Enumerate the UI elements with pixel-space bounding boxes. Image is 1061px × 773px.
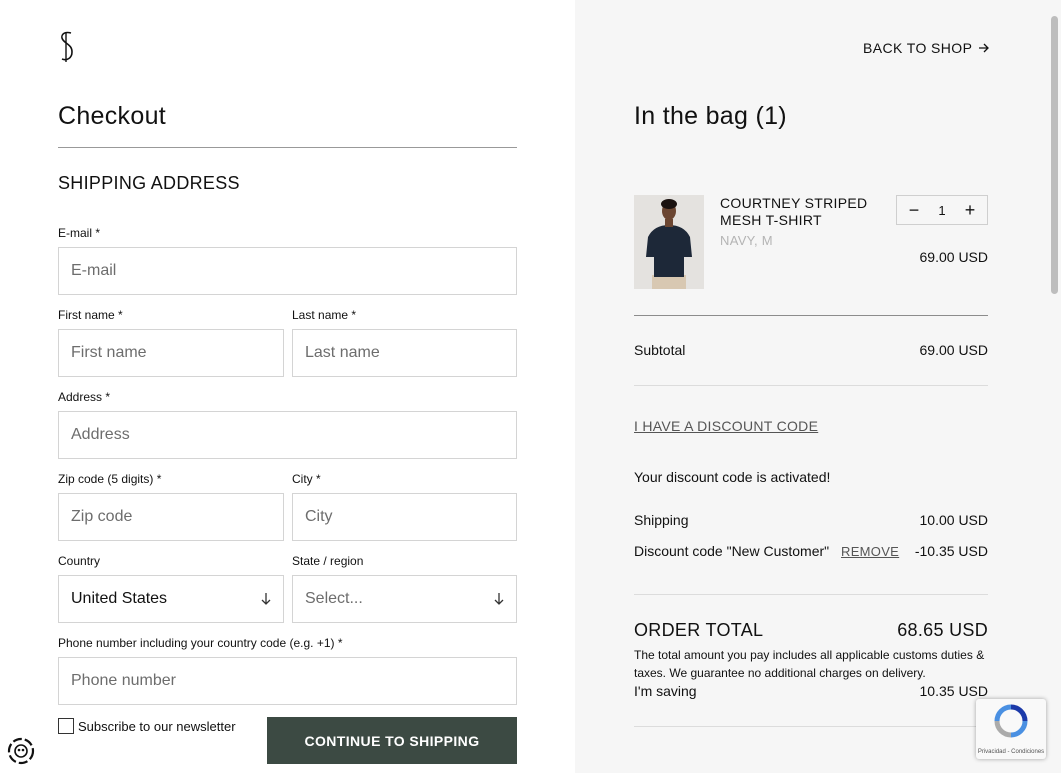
discount-label: Discount code "New Customer": [634, 543, 830, 559]
recaptcha-links[interactable]: Privacidad - Condiciones: [976, 749, 1046, 755]
order-total-value: 68.65 USD: [897, 620, 988, 640]
newsletter-label: Subscribe to our newsletter: [78, 718, 236, 734]
email-field[interactable]: [59, 248, 516, 294]
country-label: Country: [58, 554, 101, 568]
checkout-panel: Checkout SHIPPING ADDRESS E-mail * First…: [0, 0, 575, 773]
email-label: E-mail *: [58, 226, 101, 240]
email-field-wrap: [58, 247, 517, 295]
discount-activated-message: Your discount code is activated!: [634, 469, 831, 485]
product-image[interactable]: [634, 195, 704, 289]
customs-note: The total amount you pay includes all ap…: [634, 648, 985, 680]
address-field-wrap: [58, 411, 517, 459]
newsletter-checkbox[interactable]: [58, 718, 74, 734]
phone-label: Phone number including your country code…: [58, 636, 343, 650]
product-model-icon: [634, 195, 704, 289]
subtotal-value: 69.00 USD: [919, 342, 988, 358]
saving-value: 10.35 USD: [919, 683, 988, 699]
first-name-field-wrap: [58, 329, 284, 377]
first-name-field[interactable]: [59, 330, 283, 376]
divider: [634, 594, 988, 595]
brand-logo[interactable]: [57, 30, 77, 64]
divider: [634, 726, 988, 727]
state-placeholder: Select...: [305, 590, 363, 607]
city-field-wrap: [292, 493, 517, 541]
shipping-label: Shipping: [634, 512, 689, 528]
arrow-down-icon: [494, 593, 504, 605]
discount-value: -10.35 USD: [914, 543, 988, 559]
saving-label: I'm saving: [634, 683, 697, 699]
address-field[interactable]: [59, 412, 516, 458]
first-name-label: First name *: [58, 308, 123, 322]
recaptcha-badge[interactable]: Privacidad - Condiciones: [976, 699, 1046, 759]
recaptcha-icon: [994, 704, 1028, 738]
zip-field[interactable]: [59, 494, 283, 540]
product-price: 69.00 USD: [919, 249, 988, 265]
title-divider: [58, 147, 517, 148]
address-label: Address *: [58, 390, 111, 404]
bag-title: In the bag (1): [634, 102, 787, 130]
accessibility-icon[interactable]: [6, 736, 36, 766]
arrow-right-icon: [979, 43, 990, 53]
last-name-field-wrap: [292, 329, 517, 377]
divider: [634, 385, 988, 386]
subtotal-row: Subtotal 69.00 USD: [634, 342, 988, 358]
page-title: Checkout: [58, 102, 167, 130]
divider: [634, 315, 988, 316]
back-to-shop-link[interactable]: BACK TO SHOP: [863, 40, 990, 56]
increase-quantity-button[interactable]: +: [963, 201, 977, 219]
state-label: State / region: [292, 554, 364, 568]
shipping-value: 10.00 USD: [919, 512, 988, 528]
country-select[interactable]: United States: [58, 575, 284, 623]
saving-row: I'm saving 10.35 USD: [634, 683, 988, 699]
state-select[interactable]: Select...: [292, 575, 517, 623]
country-value: United States: [71, 590, 168, 607]
product-name[interactable]: COURTNEY STRIPED MESH T-SHIRT: [720, 195, 890, 229]
last-name-field[interactable]: [293, 330, 516, 376]
city-field[interactable]: [293, 494, 516, 540]
subtotal-label: Subtotal: [634, 342, 686, 358]
discount-row: Discount code "New Customer" REMOVE -10.…: [634, 543, 988, 559]
order-total-label: ORDER TOTAL: [634, 620, 764, 640]
product-variant: NAVY, M: [720, 233, 773, 248]
city-label: City *: [292, 472, 321, 486]
decrease-quantity-button[interactable]: −: [907, 201, 921, 219]
quantity-value: 1: [938, 202, 946, 218]
shipping-row: Shipping 10.00 USD: [634, 512, 988, 528]
phone-field-wrap: [58, 657, 517, 705]
arrow-down-icon: [261, 593, 271, 605]
scrollbar-thumb[interactable]: [1051, 16, 1058, 294]
continue-to-shipping-button[interactable]: CONTINUE TO SHIPPING: [267, 717, 517, 764]
phone-field[interactable]: [59, 658, 516, 704]
quantity-stepper: − 1 +: [896, 195, 988, 225]
zip-label: Zip code (5 digits) *: [58, 472, 162, 486]
scrollbar[interactable]: [1049, 0, 1061, 773]
last-name-label: Last name *: [292, 308, 357, 322]
newsletter-option[interactable]: Subscribe to our newsletter: [58, 718, 236, 734]
back-to-shop-label: BACK TO SHOP: [863, 40, 973, 56]
zip-field-wrap: [58, 493, 284, 541]
section-title: SHIPPING ADDRESS: [58, 173, 240, 193]
discount-code-link[interactable]: I HAVE A DISCOUNT CODE: [634, 418, 818, 434]
order-total-row: ORDER TOTAL 68.65 USD: [634, 620, 988, 641]
remove-discount-button[interactable]: REMOVE: [841, 544, 899, 559]
